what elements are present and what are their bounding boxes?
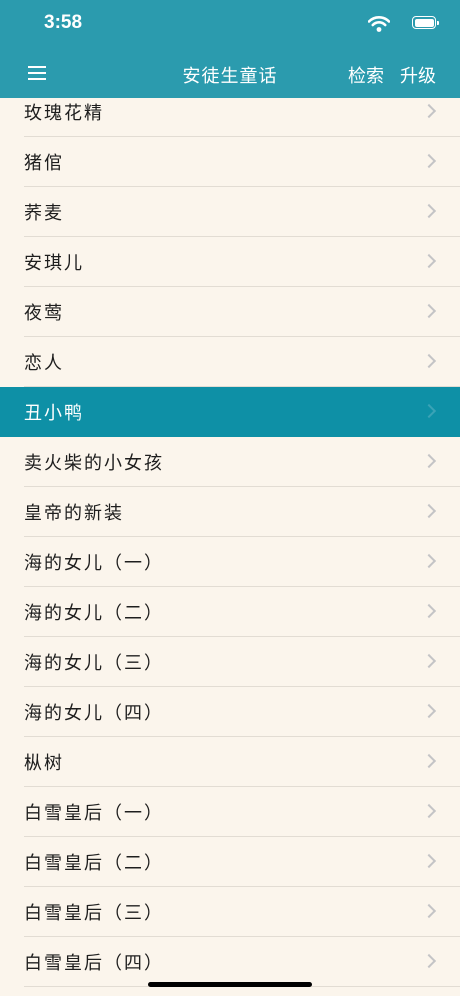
story-list-item[interactable]: 荞麦 <box>0 187 460 237</box>
story-list-item[interactable]: 猪倌 <box>0 137 460 187</box>
story-list-item[interactable]: 枞树 <box>0 737 460 787</box>
chevron-right-icon <box>421 603 437 619</box>
story-list-item[interactable]: 安琪儿 <box>0 237 460 287</box>
chevron-right-icon <box>421 853 437 869</box>
chevron-right-icon <box>421 653 437 669</box>
top-bar: 3:58 安徒生童话 检索 升级 <box>0 0 460 98</box>
story-title: 恋人 <box>24 353 64 374</box>
story-title: 玫瑰花精 <box>24 103 104 124</box>
story-list-item[interactable]: 白雪皇后（二） <box>0 837 460 887</box>
chevron-right-icon <box>421 203 437 219</box>
story-list-item[interactable]: 恋人 <box>0 337 460 387</box>
story-title: 白雪皇后（二） <box>24 853 164 874</box>
story-title: 海的女儿（二） <box>24 603 164 624</box>
chevron-right-icon <box>421 753 437 769</box>
story-title: 猪倌 <box>24 153 64 174</box>
story-list-item[interactable]: 皇帝的新装 <box>0 487 460 537</box>
chevron-right-icon <box>421 703 437 719</box>
story-title: 白雪皇后（三） <box>24 903 164 924</box>
story-list-item[interactable]: 玫瑰花精 <box>0 98 460 137</box>
wifi-icon <box>368 16 390 32</box>
story-list-item[interactable]: 白雪皇后（一） <box>0 787 460 837</box>
chevron-right-icon <box>421 303 437 319</box>
story-list-item[interactable]: 白雪皇后（四） <box>0 937 460 987</box>
story-title: 夜莺 <box>24 303 64 324</box>
story-list-item[interactable]: 白雪皇后（三） <box>0 887 460 937</box>
story-title: 皇帝的新装 <box>24 503 124 524</box>
story-title: 白雪皇后（一） <box>24 803 164 824</box>
story-title: 海的女儿（一） <box>24 553 164 574</box>
upgrade-button[interactable]: 升级 <box>400 62 436 88</box>
chevron-right-icon <box>421 253 437 269</box>
home-indicator <box>148 982 312 987</box>
chevron-right-icon <box>421 103 437 119</box>
story-title: 安琪儿 <box>24 253 84 274</box>
chevron-right-icon <box>421 903 437 919</box>
chevron-right-icon <box>421 353 437 369</box>
story-list-item[interactable]: 海的女儿（三） <box>0 637 460 687</box>
chevron-right-icon <box>421 503 437 519</box>
chevron-right-icon <box>421 553 437 569</box>
story-list-item[interactable]: 海的女儿（一） <box>0 537 460 587</box>
story-list-item[interactable]: 海的女儿（二） <box>0 587 460 637</box>
chevron-right-icon <box>421 153 437 169</box>
battery-icon <box>412 16 439 29</box>
status-time: 3:58 <box>44 12 83 33</box>
chevron-right-icon <box>421 403 437 419</box>
story-list-item[interactable]: 丑小鸭 <box>0 387 460 437</box>
story-title: 海的女儿（三） <box>24 653 164 674</box>
story-list-item[interactable]: 夜莺 <box>0 287 460 337</box>
chevron-right-icon <box>421 953 437 969</box>
story-title: 枞树 <box>24 753 64 774</box>
story-list: 玫瑰花精猪倌荞麦安琪儿夜莺恋人丑小鸭卖火柴的小女孩 皇帝的新装海的女儿（一） 海的女… <box>0 98 460 996</box>
page-title: 安徒生童话 <box>182 66 278 87</box>
chevron-right-icon <box>421 803 437 819</box>
story-list-item[interactable]: 卖火柴的小女孩 <box>0 437 460 487</box>
story-title: 丑小鸭 <box>24 403 84 424</box>
story-title: 白雪皇后（四） <box>24 953 164 974</box>
story-list-item[interactable]: 海的女儿（四） <box>0 687 460 737</box>
search-button[interactable]: 检索 <box>348 62 384 88</box>
story-title: 荞麦 <box>24 203 64 224</box>
story-title: 卖火柴的小女孩 <box>24 453 164 474</box>
story-title: 海的女儿（四） <box>24 703 164 724</box>
chevron-right-icon <box>421 453 437 469</box>
